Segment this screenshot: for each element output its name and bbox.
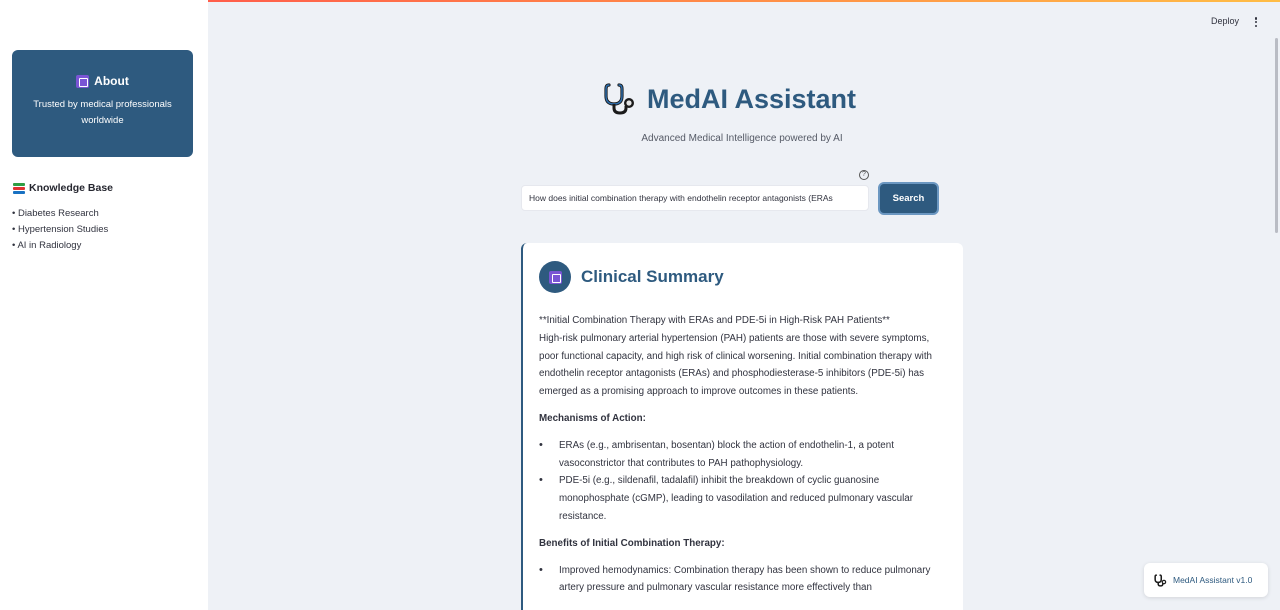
stethoscope-icon [1154, 573, 1167, 587]
books-icon [13, 182, 25, 194]
version-badge: MedAI Assistant v1.0 [1144, 563, 1268, 597]
page-title: MedAI Assistant [647, 83, 857, 114]
deploy-button[interactable]: Deploy [1211, 16, 1239, 26]
kb-item-diabetes: • Diabetes Research [12, 208, 99, 219]
list-item: PDE-5i (e.g., sildenafil, tadalafil) inh… [539, 472, 949, 525]
clinical-summary-card: Clinical Summary **Initial Combination T… [521, 243, 963, 610]
list-item: ERAs (e.g., ambrisentan, bosentan) block… [539, 437, 949, 473]
about-text: Trusted by medical professionals worldwi… [33, 99, 172, 126]
search-input[interactable] [521, 185, 869, 211]
summary-intro-text: High-risk pulmonary arterial hypertensio… [539, 332, 932, 398]
page-header: MedAI Assistant [603, 82, 856, 116]
hospital-icon [548, 270, 562, 284]
knowledge-base-list: • Diabetes Research • Hypertension Studi… [12, 206, 108, 254]
mechanisms-heading: Mechanisms of Action: [539, 412, 646, 424]
about-title: About [94, 74, 129, 88]
knowledge-base-heading: Knowledge Base [13, 182, 113, 194]
search-button[interactable]: Search [878, 182, 939, 215]
stethoscope-icon [604, 83, 634, 115]
summary-intro-heading: **Initial Combination Therapy with ERAs … [539, 315, 890, 326]
help-icon[interactable]: ? [859, 170, 869, 180]
summary-intro: **Initial Combination Therapy with ERAs … [539, 312, 949, 401]
summary-body: **Initial Combination Therapy with ERAs … [539, 312, 949, 606]
sidebar: About Trusted by medical professionals w… [0, 0, 208, 610]
hospital-icon [76, 74, 90, 88]
knowledge-base-title: Knowledge Base [29, 182, 114, 194]
mechanisms-list: ERAs (e.g., ambrisentan, bosentan) block… [539, 437, 949, 526]
main-menu-icon[interactable] [1252, 16, 1260, 28]
list-item: Improved hemodynamics: Combination thera… [539, 562, 949, 598]
version-text: MedAI Assistant v1.0 [1173, 575, 1253, 585]
benefits-heading: Benefits of Initial Combination Therapy: [539, 537, 725, 549]
summary-title: Clinical Summary [581, 267, 724, 286]
about-heading: About [12, 74, 193, 88]
page-subtitle: Advanced Medical Intelligence powered by… [641, 133, 843, 144]
kb-item-radiology: • AI in Radiology [12, 240, 82, 251]
kb-item-hypertension: • Hypertension Studies [12, 224, 109, 235]
summary-icon-badge [539, 261, 571, 293]
benefits-list: Improved hemodynamics: Combination thera… [539, 562, 949, 598]
summary-header: Clinical Summary [539, 261, 724, 293]
